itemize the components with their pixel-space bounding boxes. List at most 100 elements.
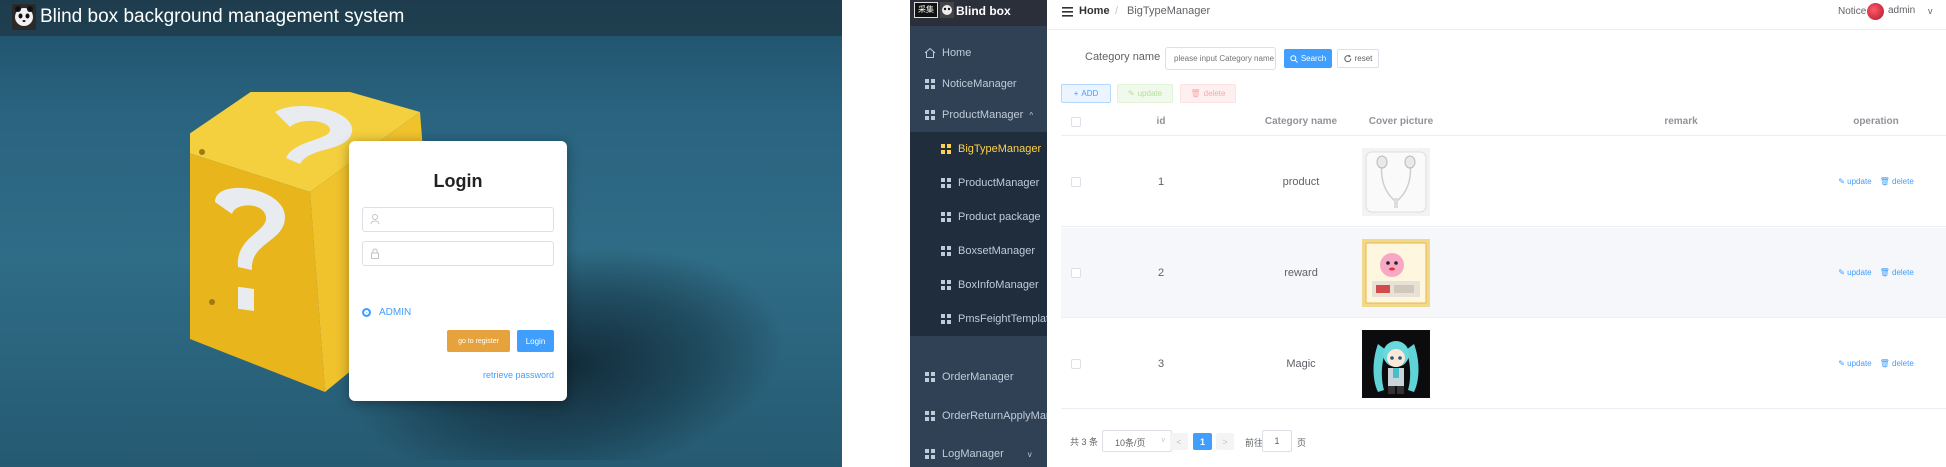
magic-doll-thumbnail[interactable] xyxy=(1362,329,1430,398)
row-checkbox[interactable] xyxy=(1069,137,1083,226)
sidebar-item-feight-template[interactable]: PmsFeightTemplate xyxy=(910,302,1047,336)
go-to-register-button[interactable]: go to register xyxy=(447,330,510,352)
username-field[interactable] xyxy=(362,207,554,232)
page-size-value: 10条/页 xyxy=(1115,438,1146,448)
sidebar-item-label: ProductManager xyxy=(942,109,1024,121)
row-delete-label: delete xyxy=(1892,177,1914,186)
role-radio-label: ADMIN xyxy=(379,307,412,318)
column-header-cover-picture: Cover picture xyxy=(1368,116,1434,127)
row-update-link[interactable]: ✎ update xyxy=(1838,359,1871,368)
username-label[interactable]: admin xyxy=(1888,5,1915,16)
select-all-checkbox[interactable] xyxy=(1069,108,1083,135)
goto-page-input[interactable]: 1 xyxy=(1262,430,1292,452)
row-delete-link[interactable]: 🗑 delete xyxy=(1880,177,1914,186)
delete-button[interactable]: 🗑 delete xyxy=(1180,84,1236,103)
pagination: 共 3 条 10条/页 v < 1 > 前往 1 页 xyxy=(1047,428,1447,454)
notice-link[interactable]: Notice xyxy=(1838,6,1866,17)
role-radio-admin[interactable]: ADMIN xyxy=(362,307,411,318)
category-name-input[interactable] xyxy=(1165,47,1276,70)
sidebar-item-log-manager[interactable]: LogManager v xyxy=(910,437,1047,467)
sidebar-item-home[interactable]: Home xyxy=(910,36,1047,70)
breadcrumb-separator: / xyxy=(1115,5,1119,17)
sidebar-item-label: OrderReturnApplyManager xyxy=(942,410,1047,422)
sidebar-item-order-return[interactable]: OrderReturnApplyManager xyxy=(910,399,1047,433)
sidebar-item-label: PmsFeightTemplate xyxy=(958,313,1047,325)
sidebar-item-label: OrderManager xyxy=(942,371,1014,383)
cell-category-name: Magic xyxy=(1286,357,1316,370)
delete-button-label: delete xyxy=(1203,89,1226,98)
panda-logo-icon xyxy=(12,4,36,30)
capture-badge: 采集 xyxy=(914,2,938,18)
cell-remark xyxy=(1631,319,1731,408)
row-update-label: update xyxy=(1847,359,1872,368)
chevron-down-icon[interactable]: v xyxy=(1928,6,1933,16)
table-header: id Category name Cover picture remark op… xyxy=(1061,108,1946,136)
row-checkbox[interactable] xyxy=(1069,319,1083,408)
chevron-up-icon: ^ xyxy=(1029,110,1034,120)
search-button-label: Search xyxy=(1300,54,1327,63)
next-page-button[interactable]: > xyxy=(1216,433,1234,450)
sidebar-item-label: ProductManager xyxy=(958,177,1040,189)
radio-checked-icon[interactable] xyxy=(362,308,371,317)
pagination-total: 共 3 条 xyxy=(1070,437,1099,447)
grid-icon xyxy=(925,110,935,120)
earphones-thumbnail[interactable] xyxy=(1362,147,1430,216)
reset-button-label: reset xyxy=(1354,54,1373,63)
sidebar-item-product-manager[interactable]: ProductManager ^ xyxy=(910,98,1047,132)
sidebar-item-label: BoxInfoManager xyxy=(958,279,1039,291)
sidebar-item-label: LogManager xyxy=(942,448,1004,460)
column-header-operation: operation xyxy=(1853,116,1899,127)
row-delete-link[interactable]: 🗑 delete xyxy=(1880,359,1914,368)
reward-figure-thumbnail[interactable] xyxy=(1362,238,1430,307)
checkbox-icon[interactable] xyxy=(1071,267,1081,278)
screenshot-root: Blind box background management system L… xyxy=(0,0,1946,467)
page-suffix-label: 页 xyxy=(1297,438,1307,448)
checkbox-icon[interactable] xyxy=(1071,116,1081,127)
breadcrumb-home[interactable]: Home xyxy=(1079,5,1110,17)
row-update-link[interactable]: ✎ update xyxy=(1838,268,1871,277)
page-number-button[interactable]: 1 xyxy=(1193,433,1212,450)
checkbox-icon[interactable] xyxy=(1071,176,1081,187)
sidebar-item-label: Home xyxy=(942,47,972,59)
goto-label: 前往 xyxy=(1245,438,1264,448)
chevron-down-icon: v xyxy=(1027,449,1032,459)
row-update-link[interactable]: ✎ update xyxy=(1838,177,1871,186)
username-input[interactable] xyxy=(387,211,547,229)
prev-page-button[interactable]: < xyxy=(1170,433,1188,450)
row-delete-label: delete xyxy=(1892,359,1914,368)
grid-icon xyxy=(925,449,935,459)
cell-cover-picture xyxy=(1356,228,1436,317)
row-delete-link[interactable]: 🗑 delete xyxy=(1880,268,1914,277)
sidebar-item-order-manager[interactable]: OrderManager xyxy=(910,360,1047,394)
sidebar-item-product-manager-sub[interactable]: ProductManager xyxy=(910,166,1047,200)
sidebar-item-bigtype-manager[interactable]: BigTypeManager xyxy=(910,132,1047,166)
reset-button[interactable]: reset xyxy=(1337,49,1379,68)
sidebar-item-product-package[interactable]: Product package xyxy=(910,200,1047,234)
password-field[interactable] xyxy=(362,241,554,266)
hamburger-icon[interactable] xyxy=(1062,7,1073,17)
sidebar-item-notice-manager[interactable]: NoticeManager xyxy=(910,67,1047,101)
search-button[interactable]: Search xyxy=(1284,49,1332,68)
sidebar-item-boxinfo-manager[interactable]: BoxInfoManager xyxy=(910,268,1047,302)
cell-id: 1 xyxy=(1157,175,1165,188)
row-update-label: update xyxy=(1847,177,1872,186)
cell-id: 3 xyxy=(1157,357,1165,370)
home-icon xyxy=(924,47,936,58)
brand-logo-icon xyxy=(940,2,954,18)
login-app-title: Blind box background management system xyxy=(40,6,405,27)
avatar[interactable] xyxy=(1867,3,1884,20)
add-button[interactable]: + ADD xyxy=(1061,84,1111,103)
row-checkbox[interactable] xyxy=(1069,228,1083,317)
sidebar-brand-name: Blind box xyxy=(956,4,1011,18)
sidebar-item-boxset-manager[interactable]: BoxsetManager xyxy=(910,234,1047,268)
login-button[interactable]: Login xyxy=(517,330,554,352)
row-update-label: update xyxy=(1847,268,1872,277)
chevron-down-icon: v xyxy=(1161,437,1166,444)
retrieve-password-link[interactable]: retrieve password xyxy=(483,370,554,380)
password-input[interactable] xyxy=(387,245,547,263)
add-button-label: ADD xyxy=(1081,89,1099,98)
update-button[interactable]: ✎ update xyxy=(1117,84,1173,103)
checkbox-icon[interactable] xyxy=(1071,358,1081,369)
table-row: 1 product ✎ update 🗑 delete xyxy=(1061,137,1946,227)
page-size-select[interactable]: 10条/页 v xyxy=(1102,430,1172,452)
